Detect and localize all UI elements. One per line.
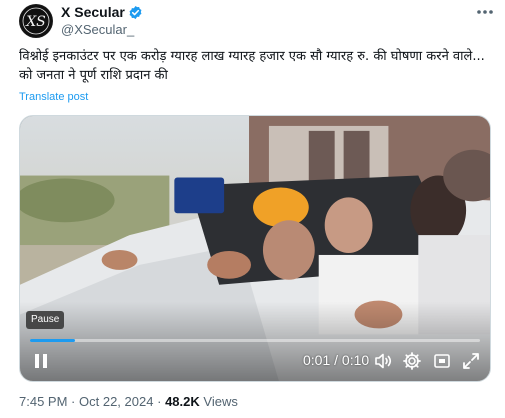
views-count: 48.2K xyxy=(165,394,200,409)
video-controls: 0:01 / 0:10 xyxy=(20,331,490,381)
verified-badge-icon xyxy=(128,5,143,20)
avatar[interactable]: XS xyxy=(19,4,53,38)
pause-icon[interactable] xyxy=(32,352,50,370)
meta-separator: · xyxy=(71,394,76,409)
author-display-name[interactable]: X Secular xyxy=(61,4,125,20)
post-meta: 7:45 PM · Oct 22, 2024 · 48.2K Views xyxy=(19,394,238,409)
views-label: Views xyxy=(203,394,238,409)
progress-bar[interactable] xyxy=(30,339,480,342)
settings-gear-icon[interactable] xyxy=(402,351,422,371)
post-date[interactable]: Oct 22, 2024 xyxy=(79,394,153,409)
translate-post-link[interactable]: Translate post xyxy=(19,91,88,103)
expand-icon[interactable] xyxy=(461,351,481,371)
post-time[interactable]: 7:45 PM xyxy=(19,394,67,409)
xs-monogram-logo: XS xyxy=(20,5,52,37)
tweet-text: विश्नोई इनकाउंटर पर एक करोड़ ग्यारह लाख … xyxy=(19,49,485,83)
progress-fill xyxy=(30,339,75,342)
more-options-icon[interactable] xyxy=(474,5,496,19)
video-time: 0:01 / 0:10 xyxy=(303,352,369,368)
duration: 0:10 xyxy=(341,352,370,368)
author-names: X Secular @XSecular_ xyxy=(61,3,143,37)
volume-icon[interactable] xyxy=(373,351,393,371)
current-time: 0:01 xyxy=(303,352,331,368)
video-player[interactable]: Pause 0:01 / 0:10 xyxy=(19,115,491,382)
author-handle[interactable]: @XSecular_ xyxy=(61,22,143,37)
pause-tooltip: Pause xyxy=(26,311,65,329)
svg-text:XS: XS xyxy=(25,14,46,30)
time-separator: / xyxy=(330,352,342,368)
meta-separator: · xyxy=(157,394,162,409)
fullscreen-icon[interactable] xyxy=(432,351,452,371)
post-card: XS X Secular @XSecular_ विश्नोई इनकाउंटर… xyxy=(0,0,505,418)
